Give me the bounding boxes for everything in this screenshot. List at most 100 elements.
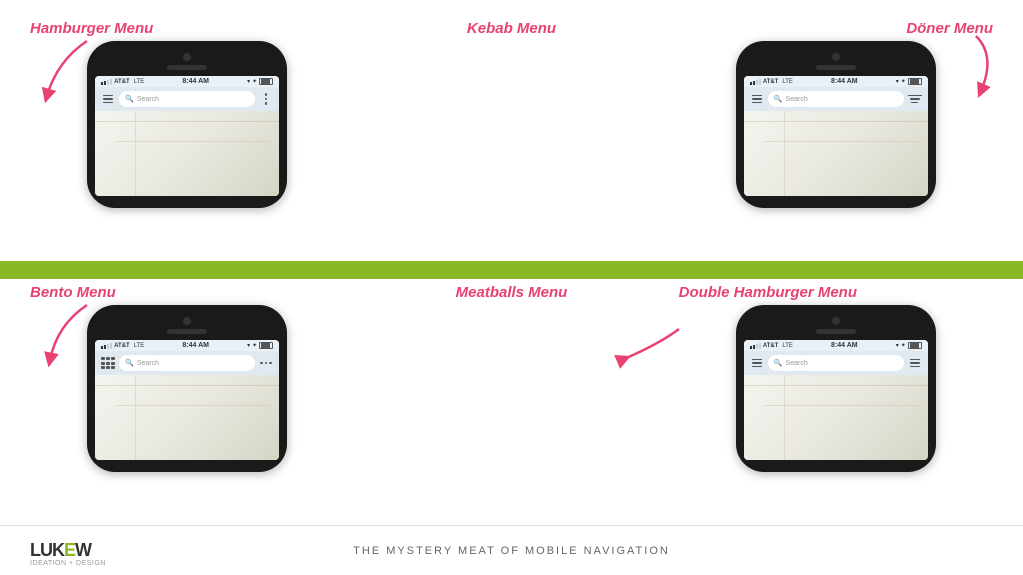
time-3: 8:44 AM [182, 342, 209, 349]
search-text-1: Search [137, 96, 159, 103]
col-bento: Bento Menu [30, 284, 344, 520]
phone-body-2: AT&T LTE 8:44 AM ▾ ✦ [736, 41, 936, 208]
col-doner: Döner Menu [679, 20, 993, 256]
meatballs-icon-3[interactable] [259, 362, 273, 365]
status-bar-4: AT&T LTE 8:44 AM ▾ ✦ [744, 340, 928, 351]
phone-screen-3: AT&T LTE 8:44 AM ▾ ✦ [95, 340, 279, 460]
col-hamburger: Hamburger Menu [30, 20, 344, 256]
status-right-1: ▾ ✦ [247, 78, 273, 85]
phone-speaker-2 [816, 65, 856, 70]
bento-icon-3[interactable] [101, 357, 115, 369]
status-left-4: AT&T LTE [750, 343, 793, 349]
bluetooth-icon-1: ✦ [252, 78, 257, 85]
logo-w: E [64, 540, 75, 560]
map-3 [95, 375, 279, 460]
wifi-icon-4: ▾ [896, 342, 899, 349]
footer-title: THE MYSTERY MEAT OF MOBILE NAVIGATION [353, 545, 670, 557]
kebab-label: Kebab Menu [467, 20, 556, 37]
col-double-hamburger: Double Hamburger Menu [679, 284, 993, 520]
phone-screen-1: AT&T LTE 8:44 AM ▾ ✦ [95, 76, 279, 196]
battery-4 [908, 342, 922, 349]
network-4: LTE [782, 343, 793, 349]
phone-camera-2 [832, 53, 840, 61]
status-left-2: AT&T LTE [750, 79, 793, 85]
battery-1 [259, 78, 273, 85]
time-4: 8:44 AM [831, 342, 858, 349]
battery-3 [259, 342, 273, 349]
double-hamburger-icon-4[interactable] [908, 359, 922, 368]
search-bar-3[interactable]: 🔍 Search [119, 355, 255, 371]
signal-3 [101, 343, 112, 349]
status-bar-1: AT&T LTE 8:44 AM ▾ ✦ [95, 76, 279, 87]
phone-speaker-4 [816, 329, 856, 334]
carrier-3: AT&T [114, 343, 130, 349]
bluetooth-icon-2: ✦ [901, 78, 906, 85]
phone-double-hamburger: AT&T LTE 8:44 AM ▾ ✦ [736, 305, 936, 472]
bento-label: Bento Menu [30, 284, 116, 301]
carrier-4: AT&T [763, 343, 779, 349]
toolbar-4: 🔍 Search [744, 351, 928, 375]
phone-body-3: AT&T LTE 8:44 AM ▾ ✦ [87, 305, 287, 472]
search-text-4: Search [786, 360, 808, 367]
search-text-2: Search [786, 96, 808, 103]
phone-hamburger: AT&T LTE 8:44 AM ▾ ✦ [87, 41, 287, 208]
map-4 [744, 375, 928, 460]
toolbar-2: 🔍 Search [744, 87, 928, 111]
search-bar-1[interactable]: 🔍 Search [119, 91, 255, 107]
col-kebab: Kebab Menu [354, 20, 668, 256]
phone-bento: AT&T LTE 8:44 AM ▾ ✦ [87, 305, 287, 472]
search-bar-2[interactable]: 🔍 Search [768, 91, 904, 107]
time-2: 8:44 AM [831, 78, 858, 85]
phone-camera-3 [183, 317, 191, 325]
search-icon-2: 🔍 [774, 95, 783, 103]
battery-2 [908, 78, 922, 85]
network-1: LTE [134, 79, 145, 85]
phone-doner: AT&T LTE 8:44 AM ▾ ✦ [736, 41, 936, 208]
kebab-icon-1[interactable] [259, 93, 273, 105]
search-icon-1: 🔍 [125, 95, 134, 103]
hamburger-icon-2[interactable] [750, 95, 764, 104]
phone-speaker-3 [167, 329, 207, 334]
network-2: LTE [782, 79, 793, 85]
wifi-icon-2: ▾ [896, 78, 899, 85]
status-right-3: ▾ ✦ [247, 342, 273, 349]
hamburger-label: Hamburger Menu [30, 20, 153, 37]
phone-body-1: AT&T LTE 8:44 AM ▾ ✦ [87, 41, 287, 208]
carrier-1: AT&T [114, 79, 130, 85]
divider [0, 261, 1023, 279]
double-hamburger-label: Double Hamburger Menu [679, 284, 857, 301]
phone-speaker-1 [167, 65, 207, 70]
hamburger-icon-4[interactable] [750, 359, 764, 368]
signal-4 [750, 343, 761, 349]
footer-tagline: IDEATION + DESIGN [30, 560, 106, 567]
bottom-row: Bento Menu [0, 279, 1023, 525]
signal-1 [101, 79, 112, 85]
search-icon-3: 🔍 [125, 359, 134, 367]
doner-icon-2[interactable] [908, 95, 922, 104]
footer-logo: LUKEW [30, 541, 106, 559]
footer-logo-area: LUKEW IDEATION + DESIGN [30, 541, 106, 567]
search-icon-4: 🔍 [774, 359, 783, 367]
main-container: Hamburger Menu [0, 0, 1023, 575]
phone-camera-4 [832, 317, 840, 325]
toolbar-1: 🔍 Search [95, 87, 279, 111]
signal-2 [750, 79, 761, 85]
wifi-icon-1: ▾ [247, 78, 250, 85]
hamburger-icon-1[interactable] [101, 95, 115, 104]
phone-screen-2: AT&T LTE 8:44 AM ▾ ✦ [744, 76, 928, 196]
carrier-2: AT&T [763, 79, 779, 85]
wifi-icon-3: ▾ [247, 342, 250, 349]
phone-body-4: AT&T LTE 8:44 AM ▾ ✦ [736, 305, 936, 472]
status-right-2: ▾ ✦ [896, 78, 922, 85]
search-bar-4[interactable]: 🔍 Search [768, 355, 904, 371]
doner-label: Döner Menu [906, 20, 993, 37]
phone-camera-1 [183, 53, 191, 61]
meatballs-label: Meatballs Menu [456, 284, 568, 301]
map-2 [744, 111, 928, 196]
bluetooth-icon-3: ✦ [252, 342, 257, 349]
top-row: Hamburger Menu [0, 0, 1023, 261]
status-left-3: AT&T LTE [101, 343, 144, 349]
status-bar-3: AT&T LTE 8:44 AM ▾ ✦ [95, 340, 279, 351]
footer: LUKEW IDEATION + DESIGN THE MYSTERY MEAT… [0, 525, 1023, 575]
status-left-1: AT&T LTE [101, 79, 144, 85]
